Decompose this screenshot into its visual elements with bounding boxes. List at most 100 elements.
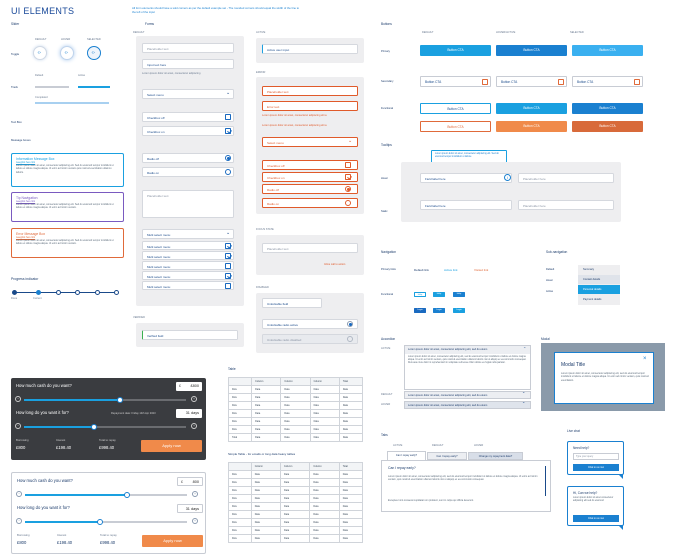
tooltip-input-static[interactable]: Placeholder here bbox=[518, 200, 614, 210]
primary-button-selected[interactable]: Button CTA bbox=[572, 45, 643, 56]
radio-on-row[interactable]: Radio on bbox=[142, 167, 234, 177]
checkbox-off[interactable] bbox=[225, 114, 231, 120]
multi-select-checkbox-5[interactable] bbox=[225, 282, 231, 289]
multi-select-option-3[interactable]: Multi select menu bbox=[142, 261, 234, 270]
error-input[interactable]: Placeholder text bbox=[262, 86, 358, 96]
error-radio-on[interactable] bbox=[345, 186, 351, 192]
tooltip-input-hover[interactable]: Placeholder here bbox=[518, 173, 614, 183]
toggle-default[interactable]: ‹› bbox=[33, 46, 47, 60]
functional-button-default[interactable]: Button CTA bbox=[420, 103, 491, 114]
functional-orange-default[interactable]: Button CTA bbox=[420, 121, 491, 132]
error-checkbox-off[interactable] bbox=[345, 162, 351, 168]
plus-icon[interactable]: + bbox=[191, 396, 197, 402]
secondary-button-hover[interactable]: Button CTA bbox=[496, 76, 567, 87]
help-button-selected[interactable]: Help bbox=[453, 292, 465, 297]
checkbox-off-row[interactable]: Checkbox off bbox=[142, 112, 234, 122]
multi-select-option-4[interactable]: Multi select menu bbox=[142, 271, 234, 280]
filled-input[interactable]: Input text here bbox=[142, 59, 234, 69]
secondary-button-selected[interactable]: Button CTA bbox=[572, 76, 643, 87]
login-button-hover[interactable]: Login bbox=[433, 308, 445, 313]
livechat-input[interactable]: Type your query bbox=[573, 453, 619, 460]
calc-light-amount[interactable]: £800 bbox=[177, 477, 203, 486]
nav-link-default[interactable]: Default link bbox=[414, 268, 429, 272]
help-button-hover[interactable]: Help bbox=[433, 292, 445, 297]
toggle-hover[interactable]: ‹› bbox=[60, 46, 74, 60]
info-icon[interactable]: i bbox=[504, 174, 511, 181]
checkbox-on[interactable] bbox=[225, 128, 231, 134]
functional-orange-hover[interactable]: Button CTA bbox=[496, 121, 567, 132]
tooltip-field-hover[interactable]: Field label here bbox=[420, 173, 512, 183]
error-checkbox-on[interactable] bbox=[345, 174, 351, 180]
error-radio-off[interactable] bbox=[345, 200, 351, 206]
calc-light-days[interactable]: 31 days bbox=[177, 504, 203, 513]
livechat-button-1[interactable]: Chat to us now bbox=[573, 464, 619, 471]
multi-select-checkbox-4[interactable] bbox=[225, 272, 231, 279]
error-checkbox-on-row[interactable]: Checkbox on bbox=[262, 172, 358, 182]
calc-light-knob-1[interactable] bbox=[124, 491, 130, 498]
tab-active[interactable]: Can I repay early? bbox=[387, 451, 426, 460]
error-checkbox-off-row[interactable]: Checkbox off bbox=[262, 160, 358, 170]
subnav-item-personal[interactable]: Personal details bbox=[578, 285, 620, 294]
calc-light-apply-button[interactable]: Apply now bbox=[142, 535, 203, 547]
checkbox-on-row[interactable]: Checkbox on bbox=[142, 126, 234, 136]
active-input[interactable]: Active user input bbox=[262, 44, 358, 54]
subnav-item-contact[interactable]: Contact details bbox=[578, 275, 620, 284]
accordion-item-hover[interactable]: Lorem ipsum dolor sit amet, consectetur … bbox=[404, 401, 531, 409]
radio-off-row[interactable]: Radio off bbox=[142, 153, 234, 163]
multi-select-option-5[interactable]: Multi select menu bbox=[142, 281, 234, 290]
calc-dark-knob-1[interactable] bbox=[117, 396, 123, 403]
login-button-default[interactable]: Login bbox=[414, 308, 426, 313]
multi-select-checkbox-1[interactable] bbox=[225, 242, 231, 249]
minus-icon[interactable]: − bbox=[16, 518, 22, 524]
multi-select-option-2[interactable]: Multi select menu bbox=[142, 251, 234, 260]
multi-select-menu[interactable]: Multi select menu bbox=[142, 229, 234, 239]
functional-orange-selected[interactable]: Button CTA bbox=[572, 121, 643, 132]
unlockable-radio-active-dot[interactable] bbox=[347, 321, 353, 327]
error-radio-off-row[interactable]: Radio off bbox=[262, 184, 358, 194]
verified-input[interactable]: Verified field bbox=[142, 330, 238, 340]
secondary-button-default[interactable]: Button CTA bbox=[420, 76, 491, 87]
textarea[interactable]: Placeholder text bbox=[142, 190, 234, 218]
multi-select-checkbox-2[interactable] bbox=[225, 252, 231, 259]
primary-button-hover[interactable]: Button CTA bbox=[496, 45, 567, 56]
help-button-default[interactable]: Help bbox=[414, 292, 426, 297]
calc-dark-apply-button[interactable]: Apply now bbox=[141, 440, 202, 452]
error-text-input[interactable]: Error text bbox=[262, 101, 358, 111]
focus-input[interactable]: Placeholder text bbox=[262, 243, 358, 253]
error-radio-on-row[interactable]: Radio on bbox=[262, 198, 358, 208]
accordion-item-default[interactable]: Lorem ipsum dolor sit amet, consectetur … bbox=[404, 391, 531, 399]
minus-icon[interactable]: − bbox=[16, 491, 22, 497]
tab-hover[interactable]: Change my repayment date? bbox=[468, 452, 523, 460]
radio-on-top[interactable] bbox=[225, 155, 231, 161]
unlockable-radio-active[interactable]: Unlockable radio active bbox=[262, 319, 358, 329]
calc-dark-amount[interactable]: £ £800 bbox=[176, 382, 202, 391]
multi-select-option-1[interactable]: Multi select menu bbox=[142, 241, 234, 250]
plus-icon[interactable]: + bbox=[192, 518, 198, 524]
unlockable-field[interactable]: Unlockable field bbox=[262, 298, 322, 308]
primary-button-default[interactable]: Button CTA bbox=[420, 45, 491, 56]
nav-link-visited[interactable]: Visited link bbox=[474, 268, 488, 272]
default-input[interactable]: Placeholder text bbox=[142, 43, 234, 53]
toggle-selected[interactable]: ‹› bbox=[87, 46, 101, 60]
nav-link-active[interactable]: Active link bbox=[444, 268, 458, 272]
select-menu[interactable]: Select menu bbox=[142, 89, 234, 99]
minus-icon[interactable]: − bbox=[15, 423, 21, 429]
functional-button-selected[interactable]: Button CTA bbox=[572, 103, 643, 114]
multi-select-checkbox-3[interactable] bbox=[225, 262, 231, 269]
radio-off[interactable] bbox=[225, 169, 231, 175]
tooltip-field-static[interactable]: Field label here bbox=[420, 200, 512, 210]
accordion-active-header[interactable]: Lorem ipsum dolor sit amet, consectetur … bbox=[405, 346, 530, 354]
tab-default[interactable]: Can I repay early? bbox=[427, 452, 467, 460]
calc-light-knob-2[interactable] bbox=[97, 518, 103, 525]
minus-icon[interactable]: − bbox=[15, 396, 21, 402]
subnav-item-summary[interactable]: Summary bbox=[578, 265, 620, 274]
plus-icon[interactable]: + bbox=[192, 491, 198, 497]
error-select-menu[interactable]: Select menu bbox=[262, 137, 358, 147]
calc-dark-days[interactable]: 31 days bbox=[176, 409, 202, 418]
focus-inline-link[interactable]: Inline call to action bbox=[324, 263, 345, 266]
plus-icon[interactable]: + bbox=[191, 423, 197, 429]
functional-button-hover[interactable]: Button CTA bbox=[496, 103, 567, 114]
livechat-button-2[interactable]: Chat to us now bbox=[573, 515, 619, 522]
accordion-item-active[interactable]: Lorem ipsum dolor sit amet, consectetur … bbox=[404, 345, 531, 390]
tab-scrollbar[interactable] bbox=[545, 466, 546, 496]
